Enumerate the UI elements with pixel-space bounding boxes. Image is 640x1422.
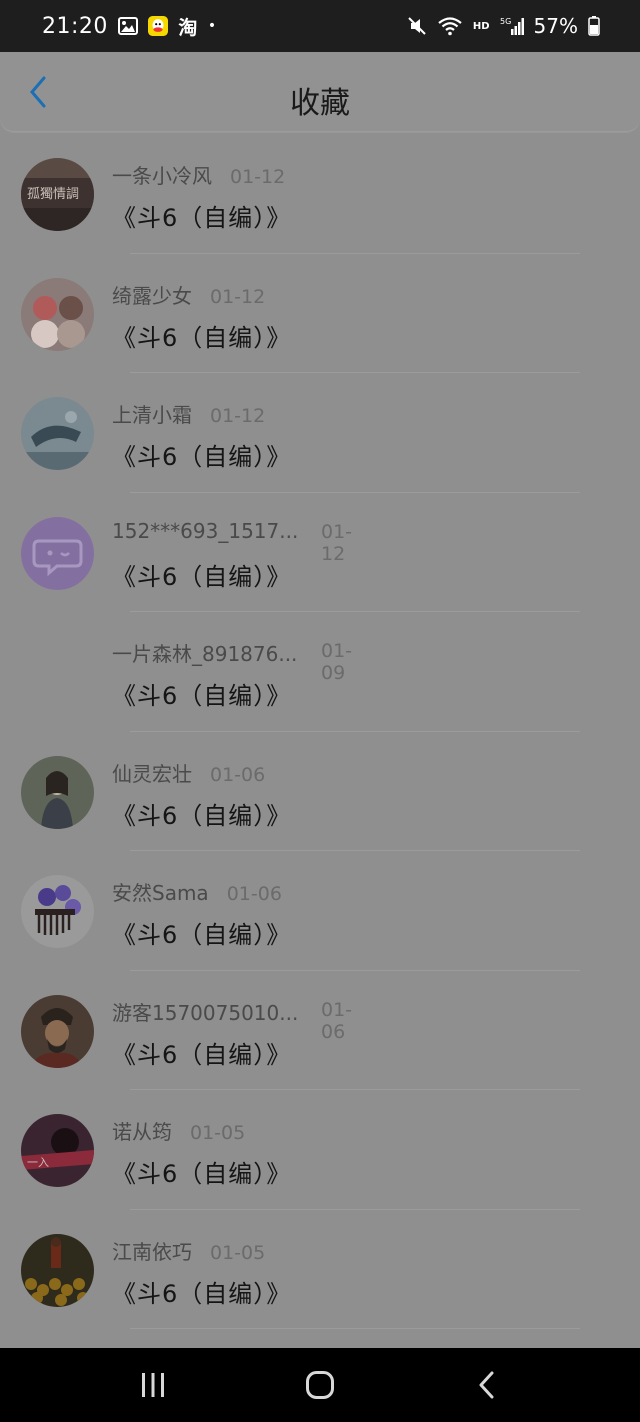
autumn-avatar[interactable] — [21, 1233, 94, 1307]
warrior-avatar[interactable] — [21, 994, 94, 1068]
list-item[interactable]: 一入 诺从筠 01-05 《斗6（自编）》 — [0, 1090, 640, 1210]
list-item[interactable]: 上清小霜 01-12 《斗6（自编）》 — [0, 373, 640, 493]
user-name[interactable]: 游客1570075010... — [112, 997, 298, 1026]
work-title[interactable]: 《斗6（自编）》 — [112, 796, 291, 831]
clock: 21:20 — [42, 13, 108, 39]
recents-icon — [142, 1373, 165, 1397]
item-date: 01-06 — [210, 763, 266, 786]
item-meta: 游客1570075010... 01-06 — [112, 997, 352, 1043]
signal-5g-icon: 5G — [500, 16, 524, 36]
default-chat-avatar[interactable] — [21, 516, 94, 590]
work-title[interactable]: 《斗6（自编）》 — [112, 1154, 291, 1189]
work-title[interactable]: 《斗6（自编）》 — [112, 1274, 291, 1309]
item-date: 01-12 — [230, 166, 286, 188]
list-item[interactable]: 孤獨情調 一条小冷风 01-12 《斗6（自编）》 — [0, 134, 640, 254]
app-header: 收藏 — [0, 52, 640, 132]
two-girls-avatar[interactable] — [21, 277, 94, 351]
system-nav-bar — [0, 1348, 640, 1422]
mute-icon — [407, 16, 427, 36]
item-meta: 江南依巧 01-05 — [112, 1236, 265, 1265]
item-date: 01-09 — [321, 640, 353, 684]
battery-level: 57% — [533, 14, 578, 38]
status-left: 21:20 淘 • — [42, 14, 216, 39]
list-item[interactable]: 一片森林_891876... 01-09 《斗6（自编）》 — [0, 612, 640, 732]
user-name[interactable]: 绮露少女 — [112, 280, 192, 309]
wifi-icon — [437, 16, 463, 36]
item-date: 01-12 — [321, 520, 353, 565]
item-date: 01-06 — [321, 998, 353, 1043]
svg-text:孤獨情調: 孤獨情調 — [27, 187, 79, 202]
item-meta: 绮露少女 01-12 — [112, 280, 265, 309]
item-meta: 152***693_1517... 01-12 — [112, 519, 352, 565]
list-item[interactable]: 绮露少女 01-12 《斗6（自编）》 — [0, 254, 640, 373]
list-item[interactable]: 152***693_1517... 01-12 《斗6（自编）》 — [0, 493, 640, 612]
ink-painting-avatar[interactable] — [21, 397, 94, 470]
item-date: 01-05 — [210, 1241, 266, 1264]
flower-comb-avatar[interactable] — [21, 875, 94, 948]
user-name[interactable]: 上清小霜 — [112, 399, 192, 428]
favorites-list: 孤獨情調 一条小冷风 01-12 《斗6（自编）》 绮露少女 01-12 《斗6… — [0, 134, 640, 1329]
dark-photo-avatar[interactable]: 孤獨情調 — [21, 158, 94, 231]
taobao-icon: 淘 — [178, 16, 198, 39]
notification-dot: • — [207, 18, 217, 34]
back-arrow-icon — [479, 1371, 494, 1399]
item-meta: 上清小霜 01-12 — [112, 399, 265, 428]
work-title[interactable]: 《斗6（自编）》 — [112, 915, 291, 950]
item-date: 01-05 — [190, 1122, 246, 1144]
qq-icon — [147, 16, 168, 36]
work-title[interactable]: 《斗6（自编）》 — [112, 437, 291, 472]
empty-avatar[interactable] — [21, 636, 94, 709]
girl-photo-avatar[interactable] — [21, 755, 94, 829]
item-meta: 安然Sama 01-06 — [112, 877, 282, 906]
work-title[interactable]: 《斗6（自编）》 — [112, 318, 291, 353]
red-figure-avatar[interactable]: 一入 — [21, 1114, 94, 1187]
list-item[interactable]: 江南依巧 01-05 《斗6（自编）》 — [0, 1210, 640, 1329]
status-bar: 21:20 淘 • HD 5G 57% — [0, 0, 640, 52]
item-meta: 一片森林_891876... 01-09 — [112, 638, 352, 684]
user-name[interactable]: 江南依巧 — [112, 1236, 192, 1265]
system-back-button[interactable] — [462, 1360, 512, 1410]
user-name[interactable]: 152***693_1517... — [112, 519, 298, 543]
home-icon — [305, 1371, 334, 1399]
hd-badge: HD — [472, 20, 490, 32]
item-meta: 诺从筠 01-05 — [112, 1116, 245, 1145]
svg-text:一入: 一入 — [27, 1156, 49, 1169]
item-date: 01-06 — [226, 883, 282, 905]
item-date: 01-12 — [210, 285, 266, 308]
svg-text:5G: 5G — [500, 17, 511, 26]
item-meta: 仙灵宏壮 01-06 — [112, 758, 265, 787]
list-item[interactable]: 仙灵宏壮 01-06 《斗6（自编）》 — [0, 732, 640, 851]
gallery-icon — [117, 16, 138, 36]
recent-apps-button[interactable] — [128, 1360, 178, 1410]
divider — [130, 1328, 580, 1329]
status-right: HD 5G 57% — [407, 14, 600, 38]
work-title[interactable]: 《斗6（自编）》 — [112, 676, 291, 711]
work-title[interactable]: 《斗6（自编）》 — [112, 198, 291, 233]
user-name[interactable]: 一片森林_891876... — [112, 638, 297, 667]
list-item[interactable]: 安然Sama 01-06 《斗6（自编）》 — [0, 851, 640, 971]
home-button[interactable] — [295, 1360, 345, 1410]
work-title[interactable]: 《斗6（自编）》 — [112, 557, 291, 592]
list-item[interactable]: 游客1570075010... 01-06 《斗6（自编）》 — [0, 971, 640, 1090]
user-name[interactable]: 安然Sama — [112, 877, 209, 906]
work-title[interactable]: 《斗6（自编）》 — [112, 1035, 291, 1070]
item-date: 01-12 — [210, 405, 266, 427]
user-name[interactable]: 一条小冷风 — [112, 160, 212, 189]
user-name[interactable]: 仙灵宏壮 — [112, 758, 192, 787]
page-title: 收藏 — [290, 86, 350, 121]
battery-icon — [588, 16, 600, 36]
user-name[interactable]: 诺从筠 — [112, 1116, 172, 1145]
item-meta: 一条小冷风 01-12 — [112, 160, 285, 189]
